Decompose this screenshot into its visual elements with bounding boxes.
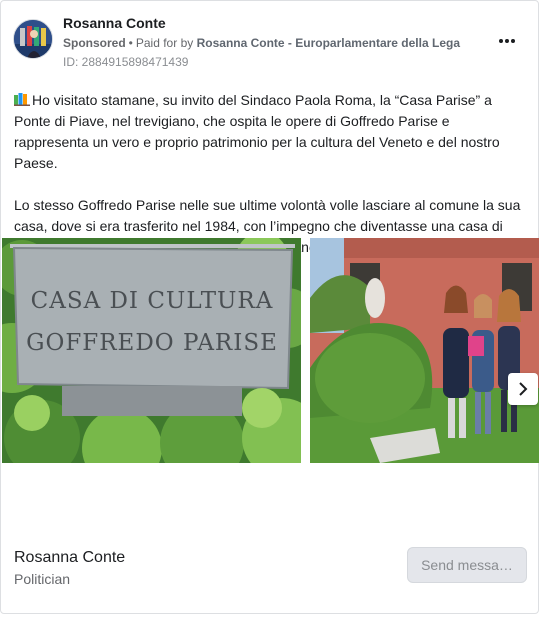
post-paragraph-1: Ho visitato stamane, su invito del Sinda… [14,90,526,174]
books-icon [14,93,30,106]
carousel-image-sign[interactable]: CASA DI CULTURA GOFFREDO PARISE [2,238,301,463]
sponsored-line: Sponsored • Paid for by Rosanna Conte - Eu… [63,36,460,50]
ad-id: ID: 2884915898471439 [63,55,189,69]
image-carousel[interactable]: CASA DI CULTURA GOFFREDO PARISE [2,238,539,463]
avatar[interactable] [13,19,53,59]
send-message-button[interactable]: Send messa… [407,547,527,583]
post-body: Ho visitato stamane, su invito del Sinda… [14,90,526,258]
paid-for-prefix: Paid for by [135,36,194,50]
post-header: Rosanna Conte Sponsored • Paid for by Rosa… [13,13,527,73]
paragraph-1-text: Ho visitato stamane, su invito del Sinda… [14,92,500,171]
sign-line-2: GOFFREDO PARISE [26,330,278,356]
chevron-right-icon [519,382,528,396]
footer-page-name[interactable]: Rosanna Conte [14,549,125,567]
footer-page-category: Politician [14,571,71,587]
payer-name: Rosanna Conte - Europarlamentare della L… [196,36,460,50]
page-name[interactable]: Rosanna Conte [63,15,166,31]
sponsored-label: Sponsored [63,36,126,50]
ad-card: Rosanna Conte Sponsored • Paid for by Rosa… [0,0,539,614]
sign-line-1: CASA DI CULTURA [31,288,274,314]
carousel-next-button[interactable] [508,373,538,405]
meta-separator: • [128,36,133,50]
more-options-button[interactable] [493,31,521,51]
ellipsis-horizontal-icon [499,39,503,43]
carousel-image-visit[interactable] [310,238,539,463]
